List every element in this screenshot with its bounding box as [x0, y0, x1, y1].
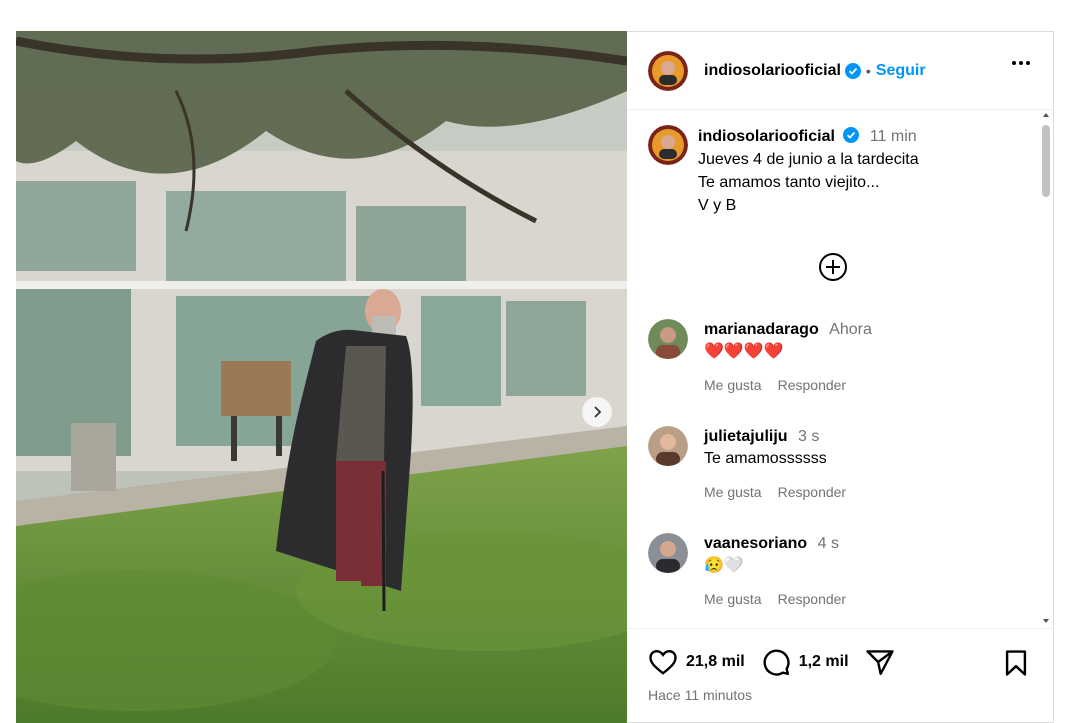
post-footer: 21,8 mil 1,2 mil Hace 11 minutos: [627, 628, 1053, 723]
comments-scroll-area[interactable]: indiosolariooficial 11 min Jueves 4 de j…: [627, 111, 1053, 627]
commenter-avatar[interactable]: [648, 533, 688, 573]
commenter-avatar[interactable]: [648, 426, 688, 466]
comment-username[interactable]: vaanesoriano: [704, 535, 807, 552]
comment-body: marianadarago Ahora ❤️❤️❤️❤️ Me gusta Re…: [704, 319, 872, 396]
comment-text: 😥🤍: [704, 557, 744, 574]
caption-text: indiosolariooficial 11 min Jueves 4 de j…: [698, 125, 919, 217]
caption-line: V y B: [698, 197, 737, 214]
separator-dot: •: [865, 62, 871, 79]
post-side-panel: indiosolariooficial • Seguir indiosolari…: [627, 31, 1054, 723]
heart-icon: [649, 649, 677, 675]
follow-button[interactable]: Seguir: [876, 62, 926, 80]
comment-username[interactable]: julietajuliju: [704, 428, 788, 445]
comment-username[interactable]: marianadarago: [704, 321, 819, 338]
verified-badge-icon: [844, 62, 861, 79]
next-photo-button[interactable]: [582, 397, 612, 427]
post-photo[interactable]: [16, 31, 627, 723]
author-username[interactable]: indiosolariooficial: [704, 62, 841, 80]
scrollbar-thumb[interactable]: [1042, 125, 1050, 197]
comment-time: 4 s: [817, 535, 839, 552]
add-circle-icon[interactable]: [817, 251, 849, 283]
avatar-image: [648, 533, 688, 573]
caption-time: 11 min: [869, 128, 917, 145]
comment-item: marianadarago Ahora ❤️❤️❤️❤️ Me gusta Re…: [648, 319, 1038, 396]
instagram-post-view: indiosolariooficial • Seguir indiosolari…: [0, 0, 1080, 723]
share-icon: [865, 650, 894, 676]
chevron-right-icon: [594, 406, 602, 418]
author-avatar[interactable]: [648, 50, 688, 91]
comment-actions: Me gusta Responder: [704, 588, 846, 610]
comment-like-button[interactable]: Me gusta: [704, 481, 762, 503]
comment-item: julietajuliju 3 s Te amamossssss Me gust…: [648, 426, 1038, 503]
comments-scrollbar[interactable]: [1042, 111, 1050, 627]
comments-count[interactable]: 1,2 mil: [799, 653, 849, 671]
post-caption: indiosolariooficial 11 min Jueves 4 de j…: [648, 125, 919, 217]
comment-text: Te amamossssss: [704, 450, 827, 467]
avatar-image: [648, 426, 688, 466]
comment-time: 3 s: [798, 428, 820, 445]
caption-line: Jueves 4 de junio a la tardecita: [698, 151, 919, 168]
post-timestamp: Hace 11 minutos: [648, 687, 753, 703]
avatar-image: [648, 125, 688, 165]
comment-body: vaanesoriano 4 s 😥🤍 Me gusta Responder: [704, 533, 846, 610]
commenter-avatar[interactable]: [648, 319, 688, 359]
scroll-down-icon[interactable]: [1042, 617, 1050, 625]
like-button[interactable]: [648, 648, 678, 676]
post-actions: 21,8 mil 1,2 mil: [648, 647, 895, 677]
comment-reply-button[interactable]: Responder: [778, 481, 847, 503]
comment-button[interactable]: [761, 647, 791, 677]
share-button[interactable]: [865, 648, 895, 676]
caption-username[interactable]: indiosolariooficial: [698, 128, 835, 145]
caption-line: Te amamos tanto viejito...: [698, 174, 880, 191]
caption-author-avatar[interactable]: [648, 125, 688, 165]
comment-text: ❤️❤️❤️❤️: [704, 343, 784, 360]
comment-item: vaanesoriano 4 s 😥🤍 Me gusta Responder: [648, 533, 1038, 610]
comment-icon: [763, 649, 790, 676]
scroll-up-icon[interactable]: [1042, 111, 1050, 119]
comment-reply-button[interactable]: Responder: [778, 374, 847, 396]
more-options-icon[interactable]: [1011, 60, 1031, 66]
bookmark-icon[interactable]: [1003, 649, 1029, 677]
photo-illustration: [16, 31, 627, 723]
comment-reply-button[interactable]: Responder: [778, 588, 847, 610]
comment-like-button[interactable]: Me gusta: [704, 588, 762, 610]
likes-count[interactable]: 21,8 mil: [686, 653, 745, 671]
comment-actions: Me gusta Responder: [704, 374, 872, 396]
comment-body: julietajuliju 3 s Te amamossssss Me gust…: [704, 426, 846, 503]
comment-actions: Me gusta Responder: [704, 481, 846, 503]
comment-time: Ahora: [829, 321, 872, 338]
verified-badge-icon: [843, 127, 860, 143]
avatar-image: [648, 50, 688, 91]
comment-like-button[interactable]: Me gusta: [704, 374, 762, 396]
post-header: indiosolariooficial • Seguir: [627, 32, 1053, 110]
avatar-image: [648, 319, 688, 359]
